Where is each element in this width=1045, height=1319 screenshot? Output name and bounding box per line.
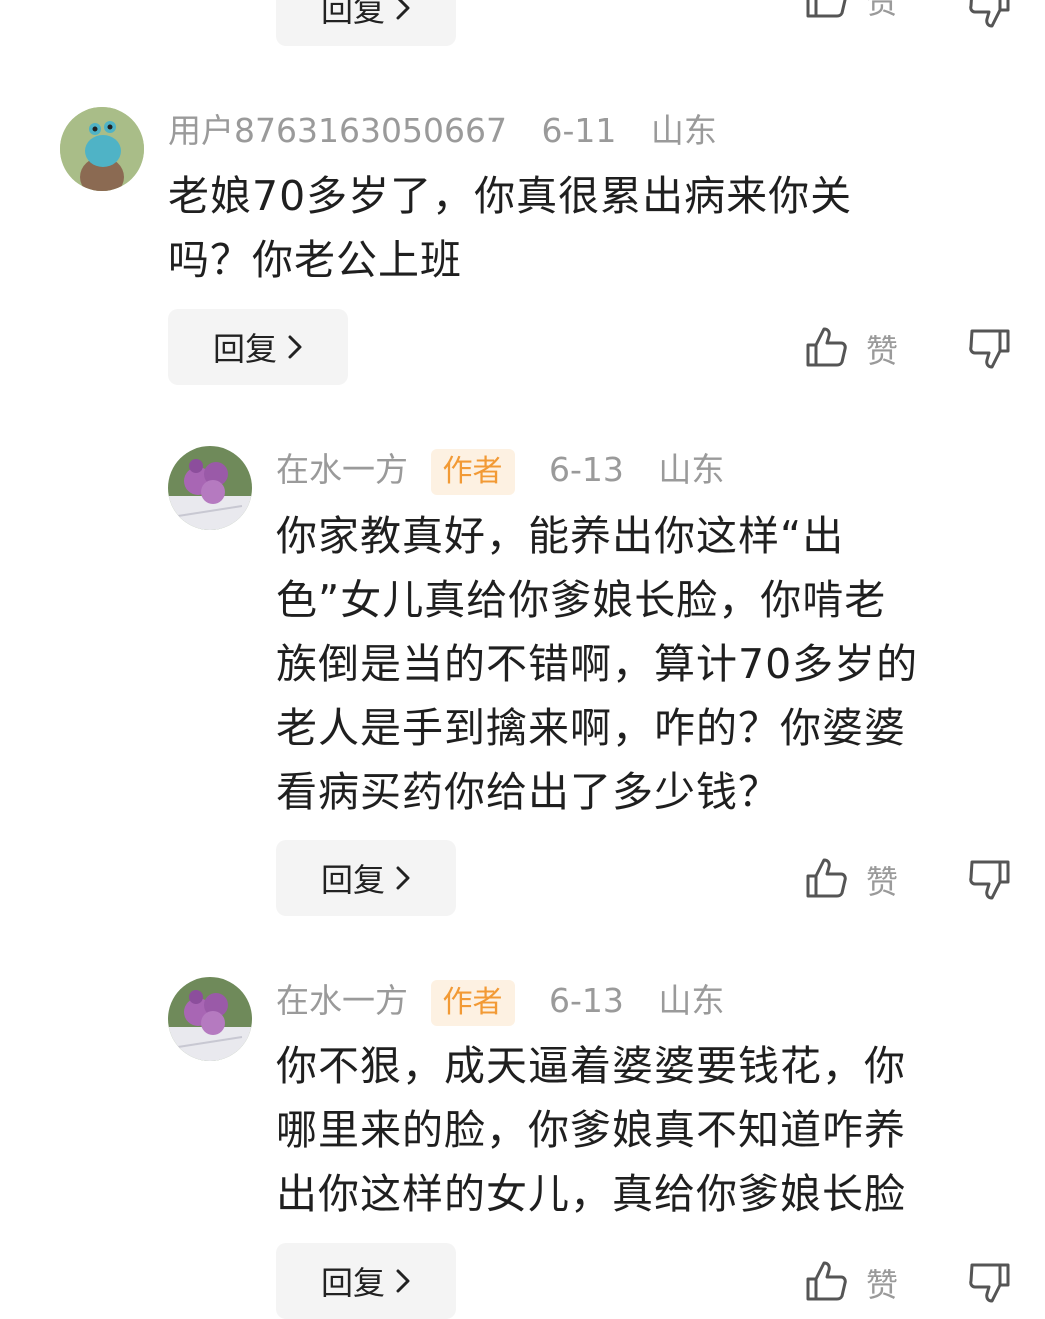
- comment-line: 出你这样的女儿，真给你爹娘长脸: [276, 1170, 906, 1218]
- username[interactable]: 在水一方: [276, 450, 408, 489]
- thumbs-up-icon: [804, 1259, 848, 1307]
- comment-line: 你不狠，成天逼着婆婆要钱花，你: [276, 1042, 906, 1090]
- reply-button[interactable]: 回复: [168, 309, 348, 385]
- comment-location: 山东: [658, 450, 725, 489]
- like-label: 赞: [866, 1266, 899, 1304]
- dislike-button[interactable]: [968, 858, 1012, 906]
- dislike-button[interactable]: [968, 327, 1012, 375]
- thumbs-down-icon: [968, 860, 1012, 906]
- chevron-right-icon: [395, 865, 411, 891]
- comment-line: 老娘70多岁了，你真很累出病来你关: [168, 172, 853, 220]
- chevron-right-icon: [287, 334, 303, 360]
- comment-location: 山东: [650, 111, 717, 150]
- thumbs-up-icon: [804, 325, 848, 373]
- avatar[interactable]: [60, 107, 144, 191]
- chevron-right-icon: [395, 1268, 411, 1294]
- reply-label: 回复: [212, 330, 277, 368]
- comment-line: 你家教真好，能养出你这样“出: [276, 512, 845, 560]
- comment-line: 看病买药你给出了多少钱？: [276, 768, 780, 816]
- reply-label: 回复: [320, 1264, 385, 1302]
- comment-text: 你家教真好，能养出你这样“出 色”女儿真给你爹娘长脸，你啃老 族倒是当的不错啊，…: [276, 504, 1016, 824]
- comment-text: 你不狠，成天逼着婆婆要钱花，你 哪里来的脸，你爹娘真不知道咋养 出你这样的女儿，…: [276, 1034, 1016, 1226]
- thumbs-down-icon: [968, 1263, 1012, 1309]
- author-badge: 作者: [430, 449, 515, 495]
- avatar[interactable]: [168, 446, 252, 530]
- comment-line: 老人是手到擒来啊，咋的？你婆婆: [276, 704, 906, 752]
- reply-button[interactable]: 回复: [276, 840, 456, 916]
- like-label: 赞: [866, 0, 899, 21]
- comment-date: 6-13: [549, 981, 624, 1020]
- like-button[interactable]: 赞: [804, 1259, 898, 1307]
- dislike-button[interactable]: [968, 1261, 1012, 1309]
- comment-date: 6-11: [541, 111, 617, 150]
- reply-label: 回复: [320, 0, 385, 29]
- comment-line: 族倒是当的不错啊，算计70多岁的: [276, 640, 919, 688]
- like-label: 赞: [866, 863, 899, 901]
- thumbs-down-icon: [968, 0, 1012, 34]
- username[interactable]: 在水一方: [276, 981, 408, 1020]
- chevron-right-icon: [395, 0, 411, 21]
- like-label: 赞: [866, 332, 899, 370]
- comment-date: 6-13: [549, 450, 624, 489]
- thumbs-down-icon: [968, 329, 1012, 375]
- thumbs-up-icon: [804, 0, 848, 24]
- comment-text: 老娘70多岁了，你真很累出病来你关 吗？你老公上班: [168, 164, 1018, 292]
- reply-label: 回复: [320, 861, 385, 899]
- avatar[interactable]: [168, 977, 252, 1061]
- dislike-button-top[interactable]: [968, 0, 1012, 34]
- comment-meta: 在水一方 作者 6-13 山东: [276, 448, 724, 495]
- username[interactable]: 用户8763163050667: [168, 111, 507, 150]
- like-button[interactable]: 赞: [804, 325, 898, 373]
- author-badge: 作者: [430, 980, 515, 1026]
- thumbs-up-icon: [804, 856, 848, 904]
- comment-line: 吗？你老公上班: [168, 236, 462, 284]
- reply-button[interactable]: 回复: [276, 1243, 456, 1319]
- like-button[interactable]: 赞: [804, 856, 898, 904]
- comment-line: 哪里来的脸，你爹娘真不知道咋养: [276, 1106, 906, 1154]
- comment-meta: 用户8763163050667 6-11 山东: [168, 109, 717, 153]
- reply-button-top[interactable]: 回复: [276, 0, 456, 46]
- comment-meta: 在水一方 作者 6-13 山东: [276, 979, 724, 1026]
- comment-line: 色”女儿真给你爹娘长脸，你啃老: [276, 576, 887, 624]
- like-button-top[interactable]: 赞: [804, 0, 898, 24]
- comment-location: 山东: [658, 981, 725, 1020]
